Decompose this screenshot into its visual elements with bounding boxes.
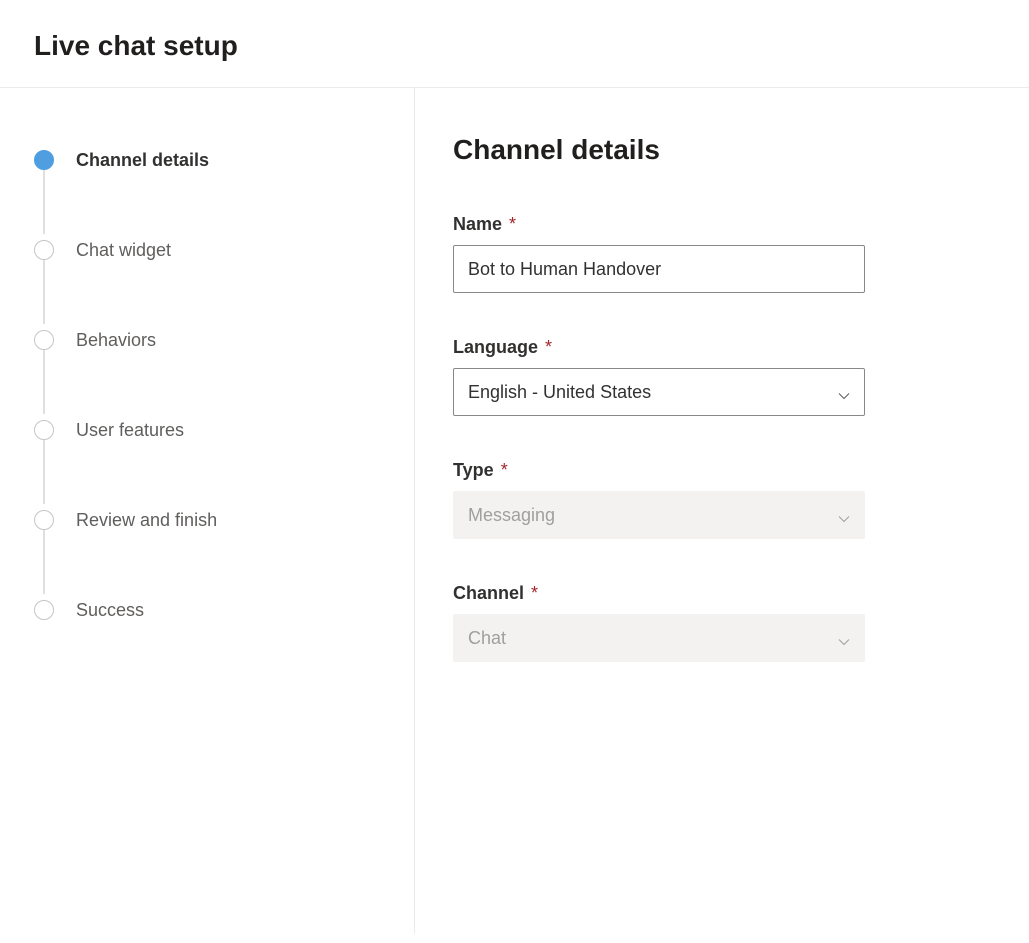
step-review-and-finish[interactable]: Review and finish [34, 508, 414, 532]
required-marker: * [531, 583, 538, 603]
step-label: Behaviors [76, 330, 156, 351]
label-text: Channel [453, 583, 524, 603]
wizard-steps: Channel details Chat widget Behaviors Us… [34, 148, 414, 622]
step-behaviors[interactable]: Behaviors [34, 328, 414, 352]
label-text: Language [453, 337, 538, 357]
step-channel-details[interactable]: Channel details [34, 148, 414, 172]
required-marker: * [501, 460, 508, 480]
step-label: Channel details [76, 150, 209, 171]
step-circle-icon [34, 510, 54, 530]
page-header: Live chat setup [0, 0, 1029, 88]
chevron-down-icon [838, 632, 850, 644]
language-label: Language * [453, 337, 1029, 358]
step-label: Chat widget [76, 240, 171, 261]
channel-select: Chat [453, 614, 865, 662]
select-value: Chat [468, 628, 506, 649]
select-value: English - United States [468, 382, 651, 403]
chevron-down-icon [838, 386, 850, 398]
step-circle-icon [34, 240, 54, 260]
step-chat-widget[interactable]: Chat widget [34, 238, 414, 262]
step-connector [43, 350, 45, 414]
page-title: Live chat setup [34, 30, 1029, 62]
label-text: Type [453, 460, 494, 480]
step-label: Success [76, 600, 144, 621]
step-circle-icon [34, 330, 54, 350]
step-connector [43, 440, 45, 504]
required-marker: * [545, 337, 552, 357]
name-input[interactable] [453, 245, 865, 293]
step-connector [43, 260, 45, 324]
step-circle-icon [34, 420, 54, 440]
content-area: Channel details Chat widget Behaviors Us… [0, 88, 1029, 934]
step-connector [43, 170, 45, 234]
section-title: Channel details [453, 134, 1029, 166]
chevron-down-icon [838, 509, 850, 521]
language-select[interactable]: English - United States [453, 368, 865, 416]
wizard-sidebar: Channel details Chat widget Behaviors Us… [0, 88, 415, 934]
name-label: Name * [453, 214, 1029, 235]
step-label: Review and finish [76, 510, 217, 531]
field-type: Type * Messaging [453, 460, 1029, 539]
required-marker: * [509, 214, 516, 234]
channel-label: Channel * [453, 583, 1029, 604]
field-name: Name * [453, 214, 1029, 293]
label-text: Name [453, 214, 502, 234]
main-panel: Channel details Name * Language * Englis… [415, 88, 1029, 934]
step-label: User features [76, 420, 184, 441]
step-connector [43, 530, 45, 594]
type-label: Type * [453, 460, 1029, 481]
step-circle-icon [34, 150, 54, 170]
type-select: Messaging [453, 491, 865, 539]
step-success[interactable]: Success [34, 598, 414, 622]
field-language: Language * English - United States [453, 337, 1029, 416]
select-value: Messaging [468, 505, 555, 526]
field-channel: Channel * Chat [453, 583, 1029, 662]
step-user-features[interactable]: User features [34, 418, 414, 442]
step-circle-icon [34, 600, 54, 620]
